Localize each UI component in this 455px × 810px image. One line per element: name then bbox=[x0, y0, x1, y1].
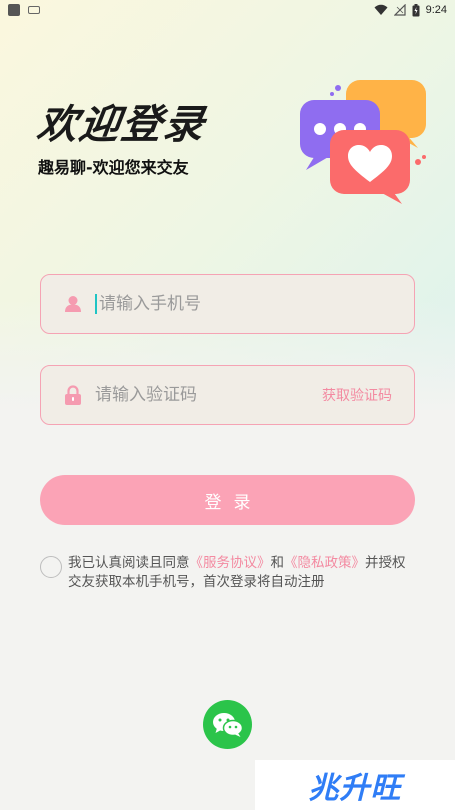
status-bar: 9:24 bbox=[0, 0, 455, 20]
page-title: 欢迎登录 bbox=[34, 102, 209, 148]
wechat-login-button[interactable] bbox=[203, 700, 252, 749]
chat-bubbles-illustration bbox=[300, 80, 426, 204]
agree-checkbox[interactable] bbox=[40, 556, 62, 578]
code-field[interactable]: 获取验证码 bbox=[40, 365, 415, 425]
wechat-icon bbox=[212, 712, 243, 737]
get-code-button[interactable]: 获取验证码 bbox=[322, 385, 392, 405]
phone-input[interactable] bbox=[95, 294, 392, 314]
service-agreement-link[interactable]: 《服务协议》 bbox=[190, 555, 271, 571]
code-input[interactable] bbox=[95, 385, 322, 405]
watermark-text: 兆升旺 bbox=[308, 771, 402, 806]
signal-icon bbox=[393, 4, 406, 16]
lock-icon bbox=[63, 385, 83, 405]
agreement-text: 我已认真阅读且同意《服务协议》和《隐私政策》并授权交友获取本机手机号，首次登录将… bbox=[68, 554, 415, 592]
agreement-row: 我已认真阅读且同意《服务协议》和《隐私政策》并授权交友获取本机手机号，首次登录将… bbox=[40, 554, 415, 592]
notification-icon bbox=[8, 4, 20, 16]
keyboard-icon bbox=[28, 6, 40, 14]
watermark: 兆升旺 bbox=[255, 760, 455, 810]
wifi-icon bbox=[374, 4, 388, 15]
privacy-policy-link[interactable]: 《隐私政策》 bbox=[284, 555, 365, 571]
status-time: 9:24 bbox=[425, 4, 447, 16]
battery-icon bbox=[412, 3, 420, 16]
agreement-and: 和 bbox=[270, 555, 285, 571]
user-icon bbox=[63, 294, 83, 314]
login-button[interactable]: 登录 bbox=[40, 475, 415, 525]
page-subtitle: 趣易聊-欢迎您来交友 bbox=[38, 158, 189, 177]
phone-field[interactable] bbox=[40, 274, 415, 334]
agreement-prefix: 我已认真阅读且同意 bbox=[68, 555, 190, 571]
